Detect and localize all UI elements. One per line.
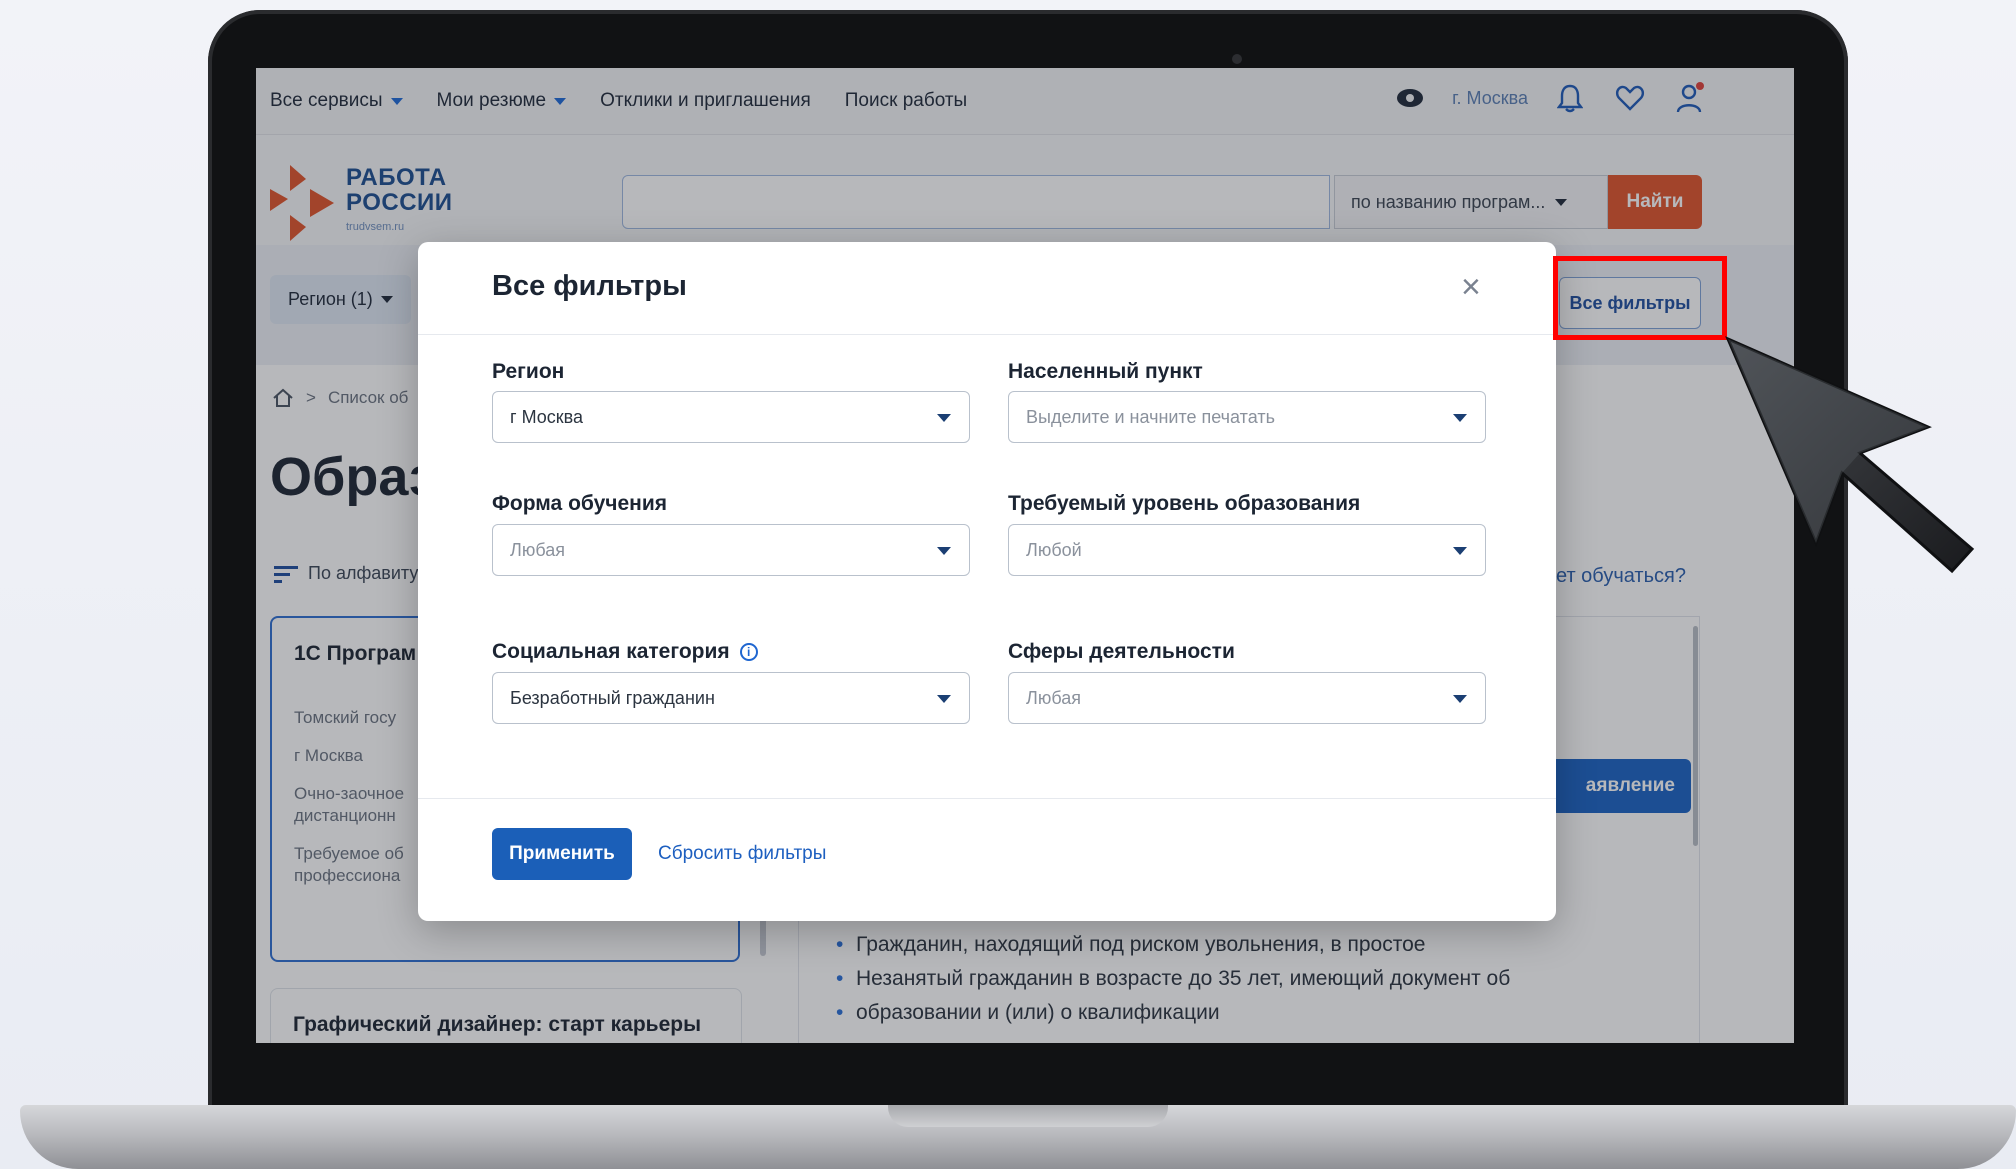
social-category-label-text: Социальная категория (492, 640, 730, 663)
study-form-select[interactable]: Любая (492, 524, 970, 576)
modal-divider (418, 334, 1556, 335)
chevron-down-icon (1453, 695, 1467, 703)
activity-areas-select[interactable]: Любая (1008, 672, 1486, 724)
reset-filters-link[interactable]: Сбросить фильтры (658, 843, 826, 865)
education-level-label: Требуемый уровень образования (1008, 492, 1361, 515)
activity-areas-placeholder: Любая (1026, 687, 1081, 708)
screen: Все сервисы Мои резюме Отклики и приглаш… (256, 68, 1794, 1043)
chevron-down-icon (937, 414, 951, 422)
chevron-down-icon (937, 547, 951, 555)
region-select[interactable]: г Москва (492, 391, 970, 443)
education-level-select[interactable]: Любой (1008, 524, 1486, 576)
chevron-down-icon (1453, 547, 1467, 555)
study-form-label: Форма обучения (492, 492, 667, 515)
locality-placeholder: Выделите и начните печатать (1026, 406, 1275, 427)
highlight-box (1553, 256, 1727, 340)
social-category-value: Безработный гражданин (510, 687, 715, 708)
camera-dot (1232, 54, 1242, 64)
close-icon[interactable]: × (1461, 270, 1481, 304)
modal-title: Все фильтры (492, 270, 687, 302)
activity-areas-label: Сферы деятельности (1008, 640, 1235, 663)
cursor-arrow-icon (1725, 336, 1975, 574)
chevron-down-icon (937, 695, 951, 703)
modal-footer-divider (418, 798, 1556, 799)
study-form-placeholder: Любая (510, 539, 565, 560)
education-level-placeholder: Любой (1026, 539, 1082, 560)
social-category-label: Социальная категория i (492, 640, 758, 664)
region-label: Регион (492, 360, 565, 383)
locality-label: Населенный пункт (1008, 360, 1203, 383)
all-filters-modal: Все фильтры × Регион г Москва Населенный… (418, 242, 1556, 921)
social-category-select[interactable]: Безработный гражданин (492, 672, 970, 724)
info-icon[interactable]: i (739, 643, 758, 661)
region-select-value: г Москва (510, 406, 584, 427)
locality-select[interactable]: Выделите и начните печатать (1008, 391, 1486, 443)
apply-filters-button[interactable]: Применить (492, 828, 632, 880)
chevron-down-icon (1453, 414, 1467, 422)
laptop-notch (888, 1105, 1168, 1127)
